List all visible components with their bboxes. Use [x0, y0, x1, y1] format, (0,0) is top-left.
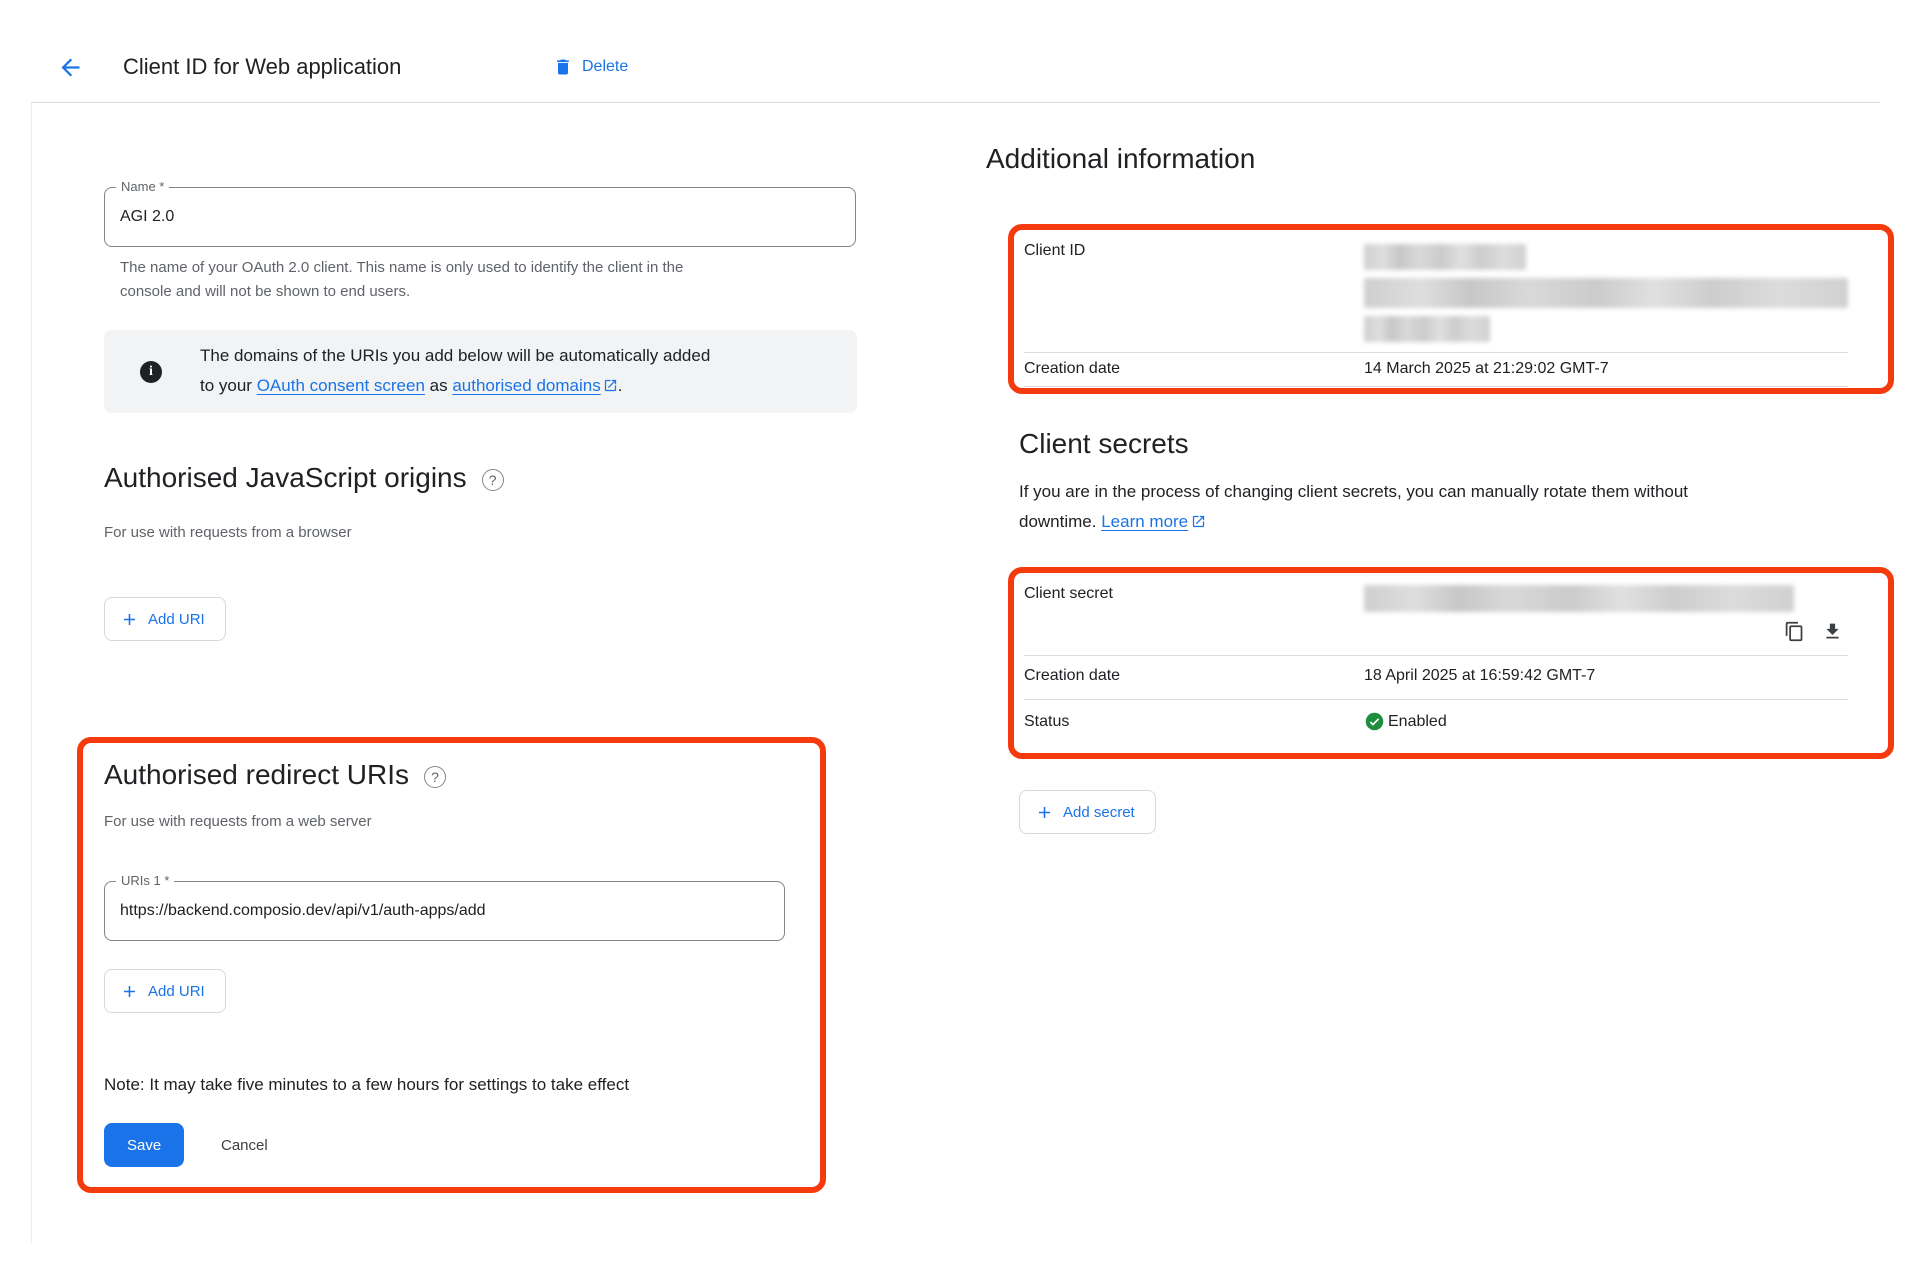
uri-1-field-label: URIs 1 * — [116, 873, 174, 888]
delete-button-label: Delete — [582, 58, 628, 76]
settings-note: Note: It may take five minutes to a few … — [104, 1075, 629, 1095]
redirect-uris-subtext: For use with requests from a web server — [104, 813, 372, 830]
js-origins-heading-row: Authorised JavaScript origins ? — [104, 462, 504, 494]
oauth-consent-screen-link[interactable]: OAuth consent screen — [257, 376, 425, 395]
card-left-border — [31, 32, 32, 1244]
plus-icon — [120, 610, 139, 629]
annotation-box-redirect-uris: Authorised redirect URIs ? For use with … — [77, 737, 826, 1193]
add-uri-button-redirects[interactable]: Add URI — [104, 969, 226, 1013]
info-banner: i The domains of the URIs you add below … — [104, 330, 857, 413]
save-button[interactable]: Save — [104, 1123, 184, 1167]
name-field-helper: The name of your OAuth 2.0 client. This … — [120, 256, 683, 304]
annotation-box-client-secret: Client secret Creation date 18 April 202… — [1008, 567, 1894, 759]
info-icon: i — [140, 361, 162, 383]
info-banner-text: The domains of the URIs you add below wi… — [200, 341, 710, 401]
redacted-bar — [1364, 278, 1848, 308]
client-secrets-description: If you are in the process of changing cl… — [1019, 477, 1688, 537]
creation-date-label: Creation date — [1024, 360, 1120, 378]
js-origins-heading: Authorised JavaScript origins — [104, 462, 467, 494]
row-divider — [1024, 352, 1848, 353]
name-field[interactable]: Name * AGI 2.0 — [104, 187, 856, 247]
add-secret-button[interactable]: Add secret — [1019, 790, 1156, 834]
authorised-domains-link[interactable]: authorised domains — [452, 376, 600, 395]
open-in-new-icon — [1191, 514, 1206, 529]
add-uri-button-origins[interactable]: Add URI — [104, 597, 226, 641]
redacted-bar — [1364, 316, 1490, 342]
plus-icon — [1035, 803, 1054, 822]
copy-icon — [1784, 621, 1805, 642]
name-field-value: AGI 2.0 — [105, 188, 855, 246]
row-divider — [1024, 655, 1848, 656]
oauth-client-page: Client ID for Web application Delete Nam… — [0, 0, 1920, 1273]
status-badge: Enabled — [1364, 711, 1447, 732]
open-in-new-icon — [603, 378, 618, 393]
learn-more-link[interactable]: Learn more — [1101, 512, 1188, 531]
secret-creation-date-value: 18 April 2025 at 16:59:42 GMT-7 — [1364, 667, 1595, 685]
client-secret-redacted-value — [1364, 585, 1794, 612]
client-secrets-heading: Client secrets — [1019, 428, 1189, 460]
page-header: Client ID for Web application Delete — [31, 32, 1880, 103]
uri-1-field-value: https://backend.composio.dev/api/v1/auth… — [105, 882, 784, 940]
js-origins-subtext: For use with requests from a browser — [104, 524, 352, 541]
help-icon[interactable]: ? — [424, 766, 446, 788]
download-button[interactable] — [1820, 619, 1844, 643]
cancel-button[interactable]: Cancel — [205, 1123, 284, 1167]
check-circle-icon — [1364, 711, 1385, 732]
delete-button[interactable]: Delete — [553, 56, 628, 78]
redirect-uris-heading-row: Authorised redirect URIs ? — [104, 759, 446, 791]
plus-icon — [120, 982, 139, 1001]
row-divider — [1024, 386, 1848, 387]
status-label: Status — [1024, 713, 1069, 731]
additional-info-heading: Additional information — [986, 143, 1255, 175]
trash-icon — [553, 56, 573, 78]
copy-button[interactable] — [1782, 619, 1806, 643]
secret-creation-date-label: Creation date — [1024, 667, 1120, 685]
back-button[interactable] — [55, 52, 85, 82]
redacted-bar — [1364, 244, 1526, 270]
download-icon — [1822, 621, 1843, 642]
client-id-label: Client ID — [1024, 242, 1085, 260]
row-divider — [1024, 699, 1848, 700]
help-icon[interactable]: ? — [482, 469, 504, 491]
creation-date-value: 14 March 2025 at 21:29:02 GMT-7 — [1364, 360, 1609, 378]
uri-1-field[interactable]: URIs 1 * https://backend.composio.dev/ap… — [104, 881, 785, 941]
client-secret-label: Client secret — [1024, 585, 1113, 603]
arrow-left-icon — [57, 54, 84, 81]
name-field-label: Name * — [116, 179, 169, 194]
page-title: Client ID for Web application — [123, 54, 401, 80]
redirect-uris-heading: Authorised redirect URIs — [104, 759, 409, 791]
annotation-box-client-id: Client ID Creation date 14 March 2025 at… — [1008, 224, 1894, 394]
